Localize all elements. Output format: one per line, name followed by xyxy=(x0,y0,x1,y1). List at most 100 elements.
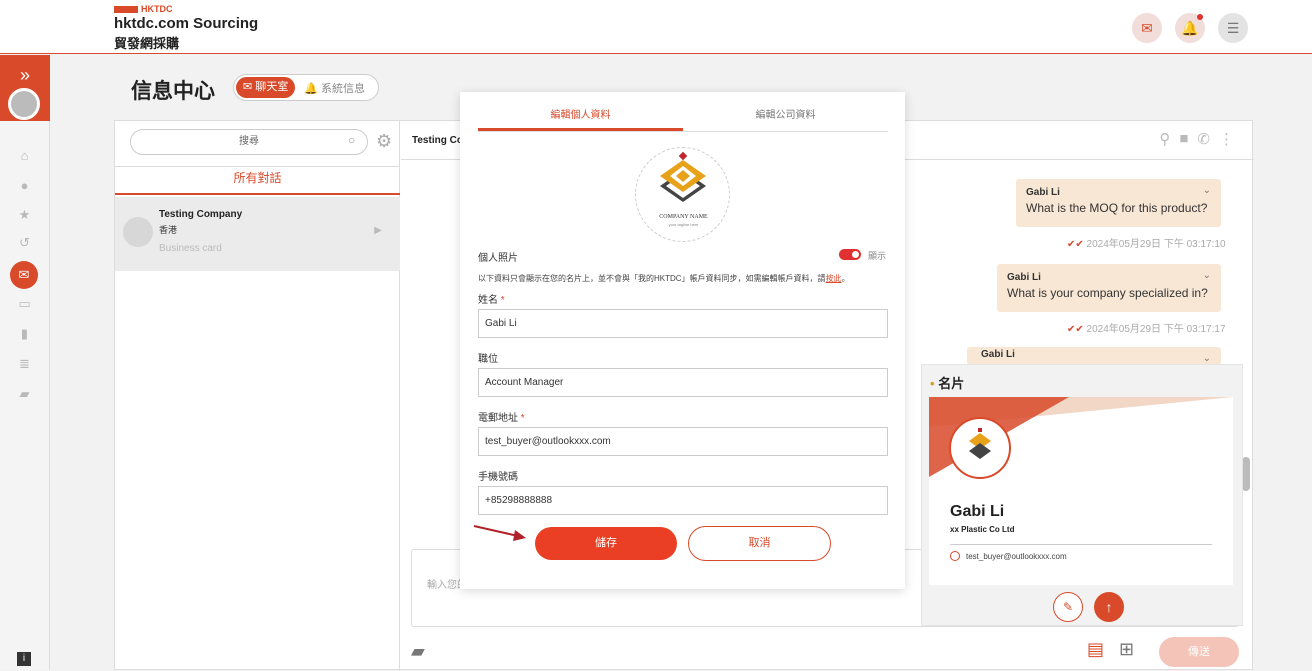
chevron-down-icon[interactable]: ⌄ xyxy=(1203,185,1211,196)
divider xyxy=(950,544,1212,545)
email-icon xyxy=(950,551,960,561)
click-here-link[interactable]: 按此 xyxy=(826,274,842,283)
bell-icon: 🔔 xyxy=(1181,19,1199,36)
hktdc-flag-icon xyxy=(114,5,138,13)
tab-system[interactable]: 🔔 系統信息 xyxy=(295,80,365,96)
chat-message[interactable]: Gabi Li What is your company specialized… xyxy=(997,264,1221,312)
search-input[interactable]: 搜尋 xyxy=(130,129,368,155)
list-icon[interactable]: ≣ xyxy=(17,357,32,371)
scrollbar[interactable] xyxy=(1242,457,1250,491)
bullet-icon: • xyxy=(930,376,935,391)
mail-icon: ✉ xyxy=(1141,19,1153,36)
phone-label: 手機號碼 xyxy=(478,472,518,483)
chevron-down-icon[interactable]: ⌄ xyxy=(1203,353,1211,364)
page-title: 信息中心 xyxy=(131,80,215,103)
list-item[interactable]: Testing Company 香港 Business card ▶ xyxy=(115,197,400,271)
history-icon[interactable]: ↺ xyxy=(17,236,32,250)
show-photo-toggle[interactable] xyxy=(839,249,861,260)
annotation-arrow-icon xyxy=(473,525,526,541)
business-card-title: 名片 xyxy=(938,376,965,391)
message-type-switch: ✉ 聊天室 🔔 系統信息 xyxy=(233,74,379,101)
pencil-icon: ✎ xyxy=(1062,600,1074,614)
conversation-location: 香港 xyxy=(159,225,178,235)
top-bar: HKTDC hktdc.com Sourcing 貿發網採購 ✉ 🔔 ☰ xyxy=(0,0,1312,54)
tab-all-conversations[interactable]: 所有對話 xyxy=(115,166,400,195)
message-sender: Gabi Li xyxy=(981,349,1015,360)
company-logo xyxy=(949,417,1011,479)
message-sender: Gabi Li xyxy=(1026,187,1060,198)
card-email: test_buyer@outlookxxx.com xyxy=(966,551,1067,561)
message-time: ✔✔ 2024年05月29日 下午 03:17:10 xyxy=(1067,239,1226,250)
message-sender: Gabi Li xyxy=(1007,272,1041,283)
position-label: 職位 xyxy=(478,354,498,365)
save-button[interactable]: 儲存 xyxy=(535,527,677,560)
briefcase-icon[interactable]: ▰ xyxy=(17,387,32,401)
add-document-icon[interactable]: ⊞ xyxy=(1119,639,1134,660)
gear-icon[interactable]: ⚙ xyxy=(376,131,392,152)
arrow-up-icon: ↑ xyxy=(1105,599,1113,615)
search-icon[interactable]: ⚲ xyxy=(1159,130,1170,148)
tab-chat-label: 聊天室 xyxy=(255,81,289,93)
menu-button[interactable]: ☰ xyxy=(1218,13,1248,43)
tab-edit-personal[interactable]: 編輯個人資料 xyxy=(478,104,683,131)
brand-subtitle: 貿發網採購 xyxy=(114,36,180,51)
card-name: Gabi Li xyxy=(950,503,1005,520)
conversation-preview: Business card xyxy=(159,243,222,254)
envelope-icon: ✉ xyxy=(243,81,256,93)
home-icon[interactable]: ⌂ xyxy=(17,149,32,163)
position-field[interactable]: Account Manager xyxy=(478,368,888,397)
sidebar: » ⌂ ● ★ ↺ ✉ ▭ ▮ ≣ ▰ i xyxy=(0,55,50,670)
card-company: xx Plastic Co Ltd xyxy=(950,525,1015,534)
chat-message[interactable]: Gabi Li What is the MOQ for this product… xyxy=(1016,179,1221,227)
chat-message[interactable]: Gabi Li ⌄ xyxy=(967,347,1221,365)
menu-icon: ☰ xyxy=(1226,19,1240,36)
more-icon[interactable]: ⋮ xyxy=(1219,130,1234,148)
chevron-right-icon: ▶ xyxy=(374,225,382,236)
edit-profile-modal: 編輯個人資料 編輯公司資料 COMPANY NAME your tagline … xyxy=(460,92,905,589)
email-label: 電郵地址 * xyxy=(478,413,525,424)
card-icon[interactable]: ▭ xyxy=(17,297,32,311)
info-icon[interactable]: i xyxy=(17,652,31,666)
modal-tabs: 編輯個人資料 編輯公司資料 xyxy=(478,104,888,132)
star-icon[interactable]: ★ xyxy=(17,208,32,222)
video-icon[interactable]: ■ xyxy=(1179,130,1188,148)
notification-button[interactable]: 🔔 xyxy=(1175,13,1205,43)
message-center-icon[interactable]: ✉ xyxy=(10,261,38,289)
conversation-name: Testing Company xyxy=(159,209,243,220)
business-card-panel: • 名片 Gabi Li xx Plastic Co Ltd test_buye… xyxy=(921,364,1243,626)
name-field[interactable]: Gabi Li xyxy=(478,309,888,338)
user-icon[interactable]: ● xyxy=(17,179,32,193)
message-time: ✔✔ 2024年05月29日 下午 03:17:17 xyxy=(1067,324,1226,335)
chevron-down-icon[interactable]: ⌄ xyxy=(1203,270,1211,281)
profile-photo[interactable]: COMPANY NAME your tagline here xyxy=(635,147,730,242)
read-ticks-icon: ✔✔ xyxy=(1067,239,1084,250)
cancel-button[interactable]: 取消 xyxy=(688,526,831,561)
search-icon[interactable]: ○ xyxy=(348,133,355,147)
sync-note: 以下資料只會顯示在您的名片上，並不會與「我的HKTDC」帳戶資料同步，如需編輯帳… xyxy=(478,274,850,283)
chat-header-name: Testing Co xyxy=(412,135,463,146)
hktdc-logo[interactable]: HKTDC hktdc.com Sourcing 貿發網採購 xyxy=(114,4,258,52)
conversation-list: 搜尋 ○ ⚙ 所有對話 Testing Company 香港 Business … xyxy=(115,121,400,671)
send-button[interactable]: 傳送 xyxy=(1159,637,1239,667)
mail-button[interactable]: ✉ xyxy=(1132,13,1162,43)
name-label: 姓名 * xyxy=(478,295,505,306)
tab-edit-company[interactable]: 編輯公司資料 xyxy=(683,104,888,131)
company-avatar xyxy=(123,217,153,247)
avatar[interactable] xyxy=(8,88,40,120)
brand-title: hktdc.com Sourcing xyxy=(114,15,259,32)
photo-label: 個人照片 xyxy=(478,253,518,264)
brand-small: HKTDC xyxy=(141,4,173,14)
edit-card-button[interactable]: ✎ xyxy=(1053,592,1083,622)
briefcase-icon[interactable]: ▰ xyxy=(411,641,425,662)
document-icon[interactable]: ▮ xyxy=(17,327,32,341)
bell-icon: 🔔 xyxy=(304,82,322,95)
send-card-button[interactable]: ↑ xyxy=(1094,592,1124,622)
double-chevron-right-icon: » xyxy=(19,65,30,85)
business-card-icon[interactable]: ▤ xyxy=(1087,639,1104,660)
phone-icon[interactable]: ✆ xyxy=(1197,130,1210,148)
company-logo-icon xyxy=(969,428,991,459)
tab-chat[interactable]: ✉ 聊天室 xyxy=(236,77,296,98)
email-field[interactable]: test_buyer@outlookxxx.com xyxy=(478,427,888,456)
message-text: What is the MOQ for this product? xyxy=(1026,201,1208,215)
phone-field[interactable]: +85298888888 xyxy=(478,486,888,515)
